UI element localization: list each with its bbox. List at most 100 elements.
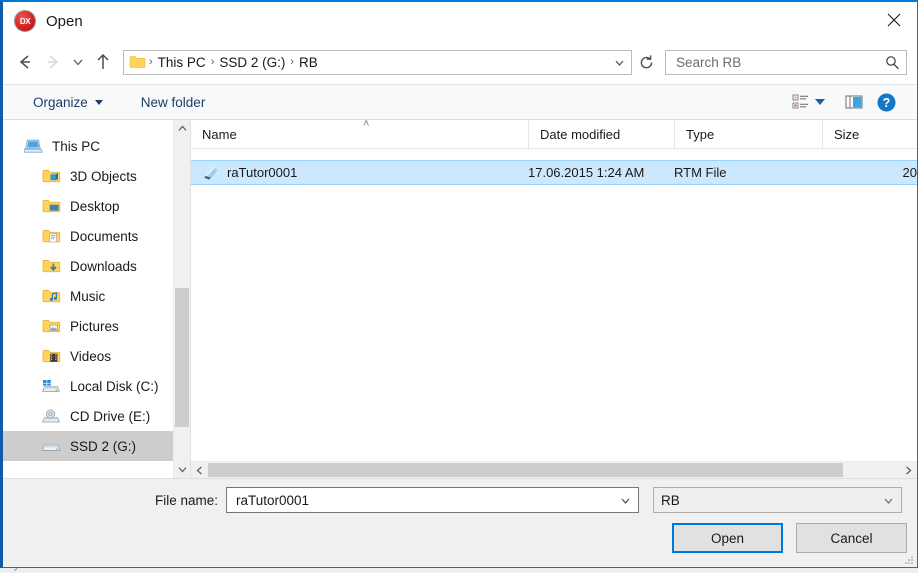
breadcrumb-item-this-pc[interactable]: This PC (154, 55, 210, 70)
sidebar-item-label: Documents (70, 228, 139, 244)
sort-ascending-icon: ˄ (363, 118, 370, 130)
scroll-up-icon[interactable] (174, 120, 190, 137)
column-header-date-modified[interactable]: Date modified (528, 120, 674, 148)
help-icon[interactable]: ? (871, 88, 901, 116)
file-name-label: raTutor0001 (227, 165, 298, 180)
column-header-size[interactable]: Size (822, 120, 917, 148)
folder-pictures-icon (41, 318, 61, 334)
title-bar: DX Open (3, 2, 917, 40)
window-title: Open (46, 12, 83, 30)
sidebar-item-local-disk-c[interactable]: Local Disk (C:) (3, 371, 173, 401)
folder-icon (129, 55, 146, 69)
file-list-pane: Name ˄ Date modified Type Size raTutor00… (191, 118, 917, 478)
dialog-footer: File name: RB Open Cance (3, 478, 917, 567)
scroll-right-icon[interactable] (900, 462, 917, 478)
chevron-down-icon[interactable] (609, 51, 629, 74)
folder-downloads-icon (41, 258, 61, 274)
file-type-filter-combobox[interactable]: RB (653, 487, 902, 513)
sidebar-item-label: CD Drive (E:) (70, 408, 151, 424)
sidebar-item-label: 3D Objects (70, 168, 137, 184)
dx-app-icon: DX (15, 11, 35, 31)
file-name-cell: raTutor0001 (191, 165, 528, 181)
column-header-label: Type (686, 126, 715, 142)
back-icon[interactable] (11, 48, 39, 76)
sidebar-item-desktop[interactable]: Desktop (3, 191, 173, 221)
preview-pane-icon[interactable] (839, 88, 869, 116)
sidebar-item-cd-drive-e[interactable]: CD Drive (E:) (3, 401, 173, 431)
column-header-label: Date modified (540, 126, 621, 142)
command-bar-right-group: ? (787, 88, 917, 116)
file-name-input[interactable] (234, 491, 614, 509)
cancel-button[interactable]: Cancel (796, 523, 907, 553)
sidebar-item-label: Music (70, 288, 106, 304)
sidebar-item-music[interactable]: Music (3, 281, 173, 311)
command-bar: Organize New folder ? (3, 84, 917, 120)
svg-text:?: ? (882, 96, 890, 110)
table-row[interactable]: raTutor0001 17.06.2015 1:24 AM RTM File … (191, 160, 917, 185)
scroll-down-icon[interactable] (174, 461, 190, 478)
scroll-left-icon[interactable] (191, 462, 208, 478)
organize-button[interactable]: Organize (25, 91, 111, 114)
sidebar-scrollbar-thumb[interactable] (175, 288, 189, 427)
sidebar-item-pictures[interactable]: Pictures (3, 311, 173, 341)
file-name-combobox[interactable] (226, 487, 639, 513)
refresh-icon[interactable] (633, 50, 659, 75)
navigation-bar: › This PC › SSD 2 (G:) › RB (3, 40, 917, 84)
folder-music-icon (41, 288, 61, 304)
sidebar-list: This PC 3D Objects Desktop Documents Dow… (3, 120, 173, 478)
this-pc-icon (23, 139, 43, 154)
sidebar-item-label: This PC (52, 138, 101, 154)
column-header-label: Size (834, 126, 860, 142)
file-list-horizontal-scrollbar[interactable] (191, 461, 917, 478)
chevron-down-icon[interactable] (614, 494, 636, 507)
address-bar[interactable]: › This PC › SSD 2 (G:) › RB (123, 49, 632, 75)
new-folder-button[interactable]: New folder (133, 91, 214, 114)
search-icon[interactable] (885, 55, 900, 70)
column-headers: Name ˄ Date modified Type Size (191, 118, 917, 149)
sidebar-item-label: Downloads (70, 258, 137, 274)
sidebar-item-label: Desktop (70, 198, 120, 214)
sidebar-item-label: Videos (70, 348, 112, 364)
local-disk-icon (41, 379, 61, 394)
recent-locations-icon[interactable] (67, 48, 89, 76)
dialog-buttons: Open Cancel (672, 523, 907, 553)
file-size-cell: 20 (902, 165, 917, 180)
sidebar-item-ssd-2-g[interactable]: SSD 2 (G:) (3, 431, 173, 461)
breadcrumb-item-rb[interactable]: RB (295, 55, 322, 70)
close-icon[interactable] (871, 2, 917, 38)
sidebar-item-downloads[interactable]: Downloads (3, 251, 173, 281)
search-box[interactable] (665, 49, 907, 75)
cd-drive-icon (41, 409, 61, 424)
up-icon[interactable] (89, 48, 117, 76)
column-header-type[interactable]: Type (674, 120, 822, 148)
folder-desktop-icon (41, 198, 61, 214)
breadcrumb-item-ssd-2[interactable]: SSD 2 (G:) (215, 55, 289, 70)
search-input[interactable] (674, 53, 885, 71)
sidebar-scrollbar[interactable] (173, 120, 190, 478)
view-options-icon[interactable] (787, 88, 817, 116)
sidebar-item-videos[interactable]: Videos (3, 341, 173, 371)
organize-label: Organize (33, 94, 88, 110)
chevron-down-icon[interactable] (815, 99, 825, 105)
chevron-down-icon (94, 99, 103, 105)
dialog-body: This PC 3D Objects Desktop Documents Dow… (3, 118, 917, 478)
sidebar-item-this-pc[interactable]: This PC (3, 131, 173, 161)
rtm-file-icon (202, 165, 219, 181)
new-folder-label: New folder (140, 94, 206, 110)
horizontal-scrollbar-thumb[interactable] (208, 463, 843, 477)
hard-drive-icon (41, 439, 61, 454)
file-list[interactable]: raTutor0001 17.06.2015 1:24 AM RTM File … (191, 149, 917, 461)
sidebar-item-documents[interactable]: Documents (3, 221, 173, 251)
resize-grip[interactable] (902, 553, 914, 565)
chevron-down-icon[interactable] (877, 494, 899, 507)
open-button[interactable]: Open (672, 523, 783, 553)
folder-3d-objects-icon (41, 168, 61, 184)
column-header-name[interactable]: Name ˄ (191, 118, 528, 148)
column-header-label: Name (202, 126, 237, 142)
sidebar-item-label: Pictures (70, 318, 119, 334)
horizontal-scrollbar-track[interactable] (208, 462, 900, 478)
file-date-cell: 17.06.2015 1:24 AM (528, 165, 645, 180)
file-type-filter-value: RB (661, 492, 680, 508)
sidebar-item-3d-objects[interactable]: 3D Objects (3, 161, 173, 191)
file-name-row: File name: RB (3, 487, 917, 513)
